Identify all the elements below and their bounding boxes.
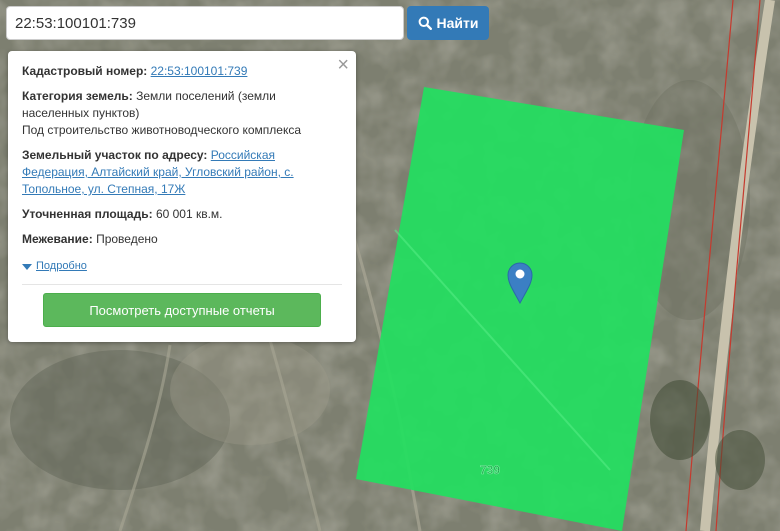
details-link[interactable]: Подробно — [36, 258, 87, 275]
close-icon[interactable]: × — [337, 55, 349, 75]
area-label: Уточненная площадь: — [22, 207, 153, 221]
parcel-info-panel: × Кадастровый номер: 22:53:100101:739 Ка… — [8, 51, 356, 342]
survey-label: Межевание: — [22, 232, 93, 246]
parcel-label: 739 — [480, 463, 500, 477]
caret-down-icon — [22, 263, 32, 270]
address-row: Земельный участок по адресу: Российская … — [22, 147, 342, 198]
category-row: Категория земель: Земли поселений (земли… — [22, 88, 342, 139]
survey-value: Проведено — [96, 232, 158, 246]
category-label: Категория земель: — [22, 89, 133, 103]
purpose-value: Под строительство животноводческого комп… — [22, 123, 302, 137]
search-icon — [418, 16, 432, 30]
view-reports-button[interactable]: Посмотреть доступные отчеты — [43, 293, 321, 327]
search-button[interactable]: Найти — [407, 6, 489, 40]
tree-cluster — [650, 380, 710, 460]
address-label: Земельный участок по адресу: — [22, 148, 208, 162]
survey-row: Межевание: Проведено — [22, 231, 342, 248]
cadastral-label: Кадастровый номер: — [22, 64, 148, 78]
area-row: Уточненная площадь: 60 001 кв.м. — [22, 206, 342, 223]
panel-divider — [22, 284, 342, 285]
tree-cluster-2 — [715, 430, 765, 490]
search-input[interactable] — [6, 6, 404, 40]
area-value: 60 001 кв.м. — [155, 207, 223, 221]
cadastral-row: Кадастровый номер: 22:53:100101:739 — [22, 63, 342, 80]
details-toggle[interactable]: Подробно — [22, 258, 87, 275]
terrain-light-patch — [170, 335, 330, 445]
cadastral-link[interactable]: 22:53:100101:739 — [151, 64, 248, 78]
search-button-label: Найти — [436, 15, 479, 31]
